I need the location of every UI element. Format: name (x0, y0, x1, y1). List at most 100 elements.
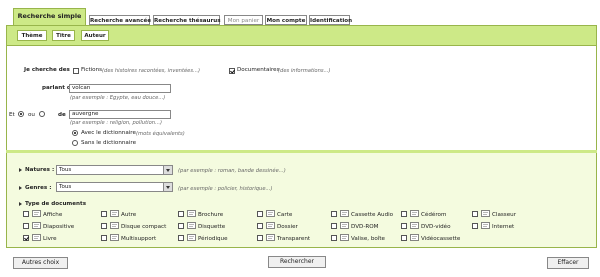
sans-dictionnaire-radio[interactable] (72, 140, 78, 146)
doc-type-label: DVD-ROM (351, 224, 379, 230)
natures-value: Tous (59, 167, 72, 173)
dvdvideo-icon (410, 222, 419, 229)
doc-type-checkbox[interactable] (472, 223, 478, 229)
et-label: Et (9, 112, 15, 118)
doc-type-label: Valise, boîte (351, 236, 386, 242)
fictions-label: Fictions (81, 67, 103, 73)
et-radio[interactable] (18, 111, 24, 117)
tab-mon-panier[interactable]: Mon panier (224, 15, 263, 25)
tab-mon-compte[interactable]: Mon compte (265, 15, 307, 25)
doc-type-checkbox[interactable] (331, 235, 337, 241)
tab-recherche-avancee[interactable]: Recherche avancée (89, 15, 151, 25)
natures-arrow-icon (19, 168, 22, 172)
term2-input[interactable]: auvergne (69, 110, 171, 119)
doc-type-checkbox[interactable] (257, 223, 263, 229)
doc-type-checkbox[interactable] (472, 211, 478, 217)
term1-hint: (par exemple : Egypte, eau douce...) (70, 95, 166, 101)
documentaires-checkbox[interactable] (229, 68, 235, 74)
box-icon (340, 234, 349, 241)
doc-type-checkbox[interactable] (257, 211, 263, 217)
doc-type-checkbox[interactable] (331, 211, 337, 217)
doc-type-checkbox[interactable] (401, 223, 407, 229)
rechercher-button[interactable]: Rechercher (268, 256, 326, 268)
term2-hint: (par exemple : religion, pollution...) (70, 120, 162, 126)
videocassette-icon (410, 234, 419, 241)
tab-recherche-thesaurus[interactable]: Recherche thésaurus (153, 15, 221, 25)
doc-type-label: Internet (492, 224, 515, 230)
term1-input[interactable]: volcan (69, 84, 171, 93)
doc-type-checkbox[interactable] (331, 223, 337, 229)
compact-disc-icon (110, 222, 119, 229)
subtab-titre[interactable]: Titre (52, 30, 75, 41)
doc-type-label: Disque compact (121, 224, 167, 230)
binder-icon (481, 210, 490, 217)
doc-type-checkbox[interactable] (178, 235, 184, 241)
de-label: de (58, 112, 66, 118)
sans-dictionnaire-label: Sans le dictionnaire (81, 140, 137, 146)
doc-type-checkbox[interactable] (401, 235, 407, 241)
subtab-theme[interactable]: Thème (17, 30, 47, 41)
doc-type-label: Affiche (43, 212, 63, 218)
tab-identification[interactable]: Identification (309, 15, 352, 25)
subtab-auteur[interactable]: Auteur (81, 30, 109, 41)
transparency-icon (266, 234, 275, 241)
chevron-down-icon (163, 183, 172, 191)
doc-type-checkbox[interactable] (257, 235, 263, 241)
doc-type-label: Vidéocassette (421, 236, 461, 242)
poster-icon (32, 210, 41, 217)
fictions-checkbox[interactable] (73, 68, 79, 74)
types-arrow-icon (19, 202, 22, 206)
documentaires-label: Documentaires (237, 67, 280, 73)
doc-type-label: Cédérom (421, 212, 447, 218)
cdrom-icon (410, 210, 419, 217)
map-icon (266, 210, 275, 217)
doc-type-checkbox[interactable] (178, 223, 184, 229)
ou-radio[interactable] (39, 111, 45, 117)
tab-recherche-simple[interactable]: Recherche simple (13, 8, 86, 26)
brochure-icon (187, 210, 196, 217)
periodical-icon (187, 234, 196, 241)
genres-hint: (par exemple : policier, historique...) (178, 185, 273, 192)
doc-type-checkbox[interactable] (101, 235, 107, 241)
doc-type-checkbox[interactable] (178, 211, 184, 217)
natures-label: Natures : (25, 167, 55, 173)
doc-type-label: Carte (277, 212, 293, 218)
genres-label: Genres : (25, 185, 52, 191)
other-icon (110, 210, 119, 217)
floppy-icon (187, 222, 196, 229)
autres-choix-button[interactable]: Autres choix (13, 257, 68, 269)
genres-select[interactable]: Tous (56, 182, 173, 192)
internet-icon (481, 222, 490, 229)
fictions-hint: (des histoires racontées, inventées...) (102, 67, 201, 74)
doc-type-label: Diapositive (43, 224, 75, 230)
panel-separator (6, 150, 597, 153)
documentaires-hint: (des informations...) (278, 67, 331, 74)
avec-dictionnaire-radio[interactable] (72, 130, 78, 136)
natures-select[interactable]: Tous (56, 165, 173, 175)
doc-type-label: Brochure (198, 212, 224, 218)
doc-type-checkbox[interactable] (23, 223, 29, 229)
avec-dictionnaire-hint: (mots équivalents) (136, 130, 185, 137)
doc-type-checkbox[interactable] (101, 223, 107, 229)
doc-type-label: Multisupport (121, 236, 157, 242)
ou-label: ou (28, 112, 35, 118)
doc-type-checkbox[interactable] (23, 235, 29, 241)
avec-dictionnaire-label: Avec le dictionnaire (81, 130, 136, 136)
type-documents-label: Type de documents (25, 201, 87, 207)
doc-type-label: Livre (43, 236, 57, 242)
chevron-down-icon (163, 166, 172, 174)
doc-type-label: Cassette Audio (351, 212, 394, 218)
doc-type-label: Autre (121, 212, 137, 218)
doc-type-checkbox[interactable] (23, 211, 29, 217)
doc-type-label: Transparent (277, 236, 311, 242)
doc-type-checkbox[interactable] (401, 211, 407, 217)
effacer-button[interactable]: Effacer (547, 257, 589, 269)
doc-type-label: DVD-vidéo (421, 224, 451, 230)
genres-value: Tous (59, 184, 72, 190)
doc-type-label: Dossier (277, 224, 298, 230)
doc-type-label: Périodique (198, 236, 228, 242)
doc-type-checkbox[interactable] (101, 211, 107, 217)
audio-cassette-icon (340, 210, 349, 217)
genres-arrow-icon (19, 186, 22, 190)
doc-type-label: Disquette (198, 224, 226, 230)
